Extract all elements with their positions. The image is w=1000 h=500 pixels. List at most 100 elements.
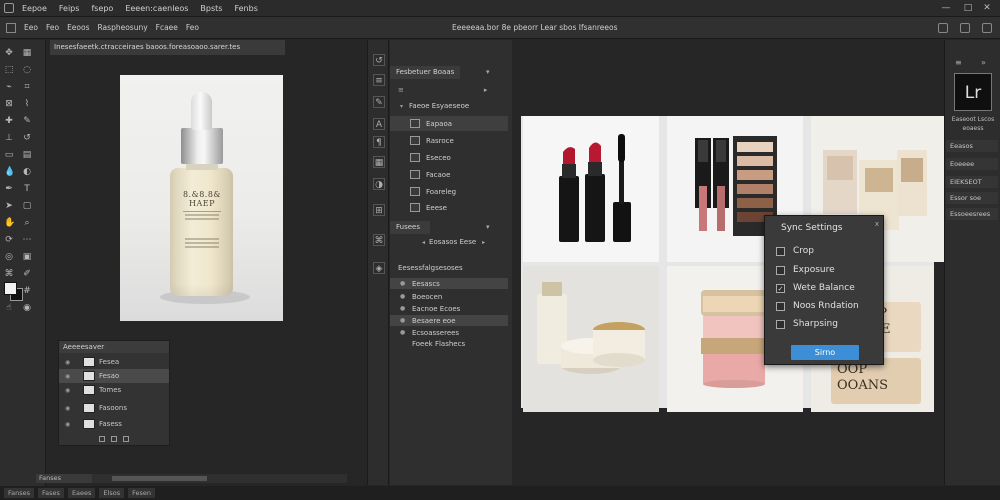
layers-panel-title[interactable]: Aeeeesaver (59, 341, 169, 353)
history-item[interactable]: ● Besaere eoe (390, 315, 508, 326)
lightroom-icon[interactable]: Lr (954, 73, 992, 111)
adjustments-panel-icon[interactable]: ◑ (373, 178, 385, 190)
panel-tab[interactable]: Fesbetuer Boaas (390, 66, 460, 79)
checkbox-checked-icon[interactable]: ✓ (776, 283, 785, 293)
option-item[interactable]: Feo (186, 23, 199, 32)
adjustment-item[interactable]: Eeese (390, 200, 508, 215)
eyedropper-icon[interactable]: ⌇ (22, 99, 32, 109)
eye-icon[interactable]: ◉ (65, 421, 73, 428)
history-item[interactable]: ● Eacnoe Ecoes (390, 303, 508, 314)
crop-tool-icon[interactable]: ⌗ (22, 82, 32, 92)
status-item[interactable]: Elsos (99, 488, 125, 498)
horizontal-scrollbar[interactable] (92, 474, 347, 483)
adjustment-item[interactable]: Rasroce (390, 133, 508, 148)
eye-icon[interactable]: ◉ (65, 359, 73, 366)
count-tool-icon[interactable]: # (22, 286, 32, 296)
workspace-icon[interactable] (960, 23, 970, 33)
quick-select-icon[interactable]: ⌁ (4, 82, 14, 92)
status-item[interactable]: Fases (38, 488, 64, 498)
gradient-tool-icon[interactable]: ▤ (22, 150, 32, 160)
option-item[interactable]: Feo (46, 23, 59, 32)
clone-stamp-icon[interactable]: ⊥ (4, 133, 14, 143)
adjustment-group-header[interactable]: ▾ Faeoe Esyaeseoe (390, 100, 508, 112)
history-item[interactable]: ● Ecsoasserees (390, 327, 508, 338)
libraries-panel-icon[interactable]: ◈ (373, 262, 385, 274)
status-item[interactable]: Fesen (128, 488, 155, 498)
lasso-tool-icon[interactable]: ◌ (22, 65, 32, 75)
panel-tab[interactable]: Fusees (390, 221, 430, 234)
history-item[interactable]: ● Boeocen (390, 291, 508, 302)
expand-icon[interactable]: ◂ (422, 239, 425, 246)
share-icon[interactable] (982, 23, 992, 33)
layer-row[interactable]: ◉ Fasess (59, 417, 169, 431)
new-layer-icon[interactable] (99, 436, 105, 442)
properties-panel-icon[interactable]: ≡ (373, 74, 385, 86)
grid-cell-lipsticks[interactable] (523, 116, 659, 262)
layer-row[interactable]: ◉ Fesea (59, 355, 169, 369)
healing-brush-icon[interactable]: ✚ (4, 116, 14, 126)
character-panel-icon[interactable]: A (373, 118, 385, 130)
paragraph-panel-icon[interactable]: ¶ (373, 136, 385, 148)
right-panel-item[interactable]: Eeasos (946, 140, 998, 152)
chevron-down-icon[interactable]: ≡ (398, 86, 404, 94)
menu-item[interactable]: Eepoe (22, 4, 47, 13)
history-panel-title[interactable]: Eesessfalgsesoses (390, 262, 508, 275)
expand-icon[interactable]: ▸ (482, 239, 485, 246)
menu-item[interactable]: Feips (59, 4, 80, 13)
minimize-button[interactable]: — (941, 3, 951, 13)
quick-mask-icon[interactable]: ◎ (4, 252, 14, 262)
menu-item[interactable]: fsepo (91, 4, 113, 13)
expand-icon[interactable]: ▸ (484, 86, 488, 94)
status-item[interactable]: Fanses (4, 488, 35, 498)
layer-row[interactable]: ◉ Fesao (59, 369, 169, 383)
checkbox-icon[interactable] (776, 265, 785, 275)
right-panel-item[interactable]: Eoeeee (946, 158, 998, 170)
eye-icon[interactable]: ◉ (65, 387, 73, 394)
smudge-tool-icon[interactable]: ☝ (4, 303, 14, 313)
type-tool-icon[interactable]: T (22, 184, 32, 194)
adjustment-item[interactable]: Eapaoa (390, 116, 508, 131)
collapse-icon[interactable]: » (981, 58, 986, 67)
option-item[interactable]: Fcaee (156, 23, 178, 32)
history-brush-icon[interactable]: ↺ (22, 133, 32, 143)
layer-row[interactable]: ◉ Fasoons (59, 401, 169, 415)
channels-panel-icon[interactable]: ⊞ (373, 204, 385, 216)
move-tool-icon[interactable]: ✥ (4, 48, 14, 58)
shape-tool-icon[interactable]: ▢ (22, 201, 32, 211)
eraser-tool-icon[interactable]: ▭ (4, 150, 14, 160)
sync-option-white-balance[interactable]: ✓ Wete Balance (776, 283, 855, 293)
artboard-tool-icon[interactable]: ▦ (22, 48, 32, 58)
panel-menu-icon[interactable]: ≡ (955, 58, 962, 67)
close-icon[interactable]: x (875, 220, 879, 228)
dodge-tool-icon[interactable]: ◐ (22, 167, 32, 177)
panel-menu-icon[interactable]: ▾ (486, 223, 490, 231)
option-item[interactable]: Raspheosuny (98, 23, 148, 32)
sync-button[interactable]: Sirno (791, 345, 859, 360)
checkbox-icon[interactable] (776, 319, 785, 329)
screen-mode-icon[interactable]: ▣ (22, 252, 32, 262)
history-item[interactable]: Foeek Flashecs (390, 338, 508, 349)
maximize-button[interactable]: □ (963, 3, 973, 13)
document-tab[interactable]: Inesesfaeetk.ctracceiraes baoos.foreasoa… (50, 40, 285, 55)
option-item[interactable]: Eeo (24, 23, 38, 32)
right-panel-item[interactable]: EIEKSEOT (946, 176, 998, 188)
sync-option-exposure[interactable]: Exposure (776, 265, 835, 275)
pen-tool-icon[interactable]: ✒ (4, 184, 14, 194)
zoom-tool-icon[interactable]: ⌕ (22, 218, 32, 228)
mask-icon[interactable] (111, 436, 117, 442)
brush-tool-icon[interactable]: ✎ (22, 116, 32, 126)
status-item[interactable]: Eaees (67, 488, 96, 498)
blur-tool-icon[interactable]: 💧 (4, 167, 15, 177)
swatches-panel-icon[interactable]: ▦ (373, 156, 385, 168)
frame-tool-icon[interactable]: ⊠ (4, 99, 14, 109)
grid-cell-jars[interactable] (523, 266, 659, 412)
history-panel-icon[interactable]: ↺ (373, 54, 385, 66)
close-window-button[interactable]: ✕ (982, 3, 992, 13)
right-panel-item[interactable]: Essor soe (946, 192, 998, 204)
checkbox-icon[interactable] (776, 301, 785, 311)
eye-icon[interactable]: ◉ (65, 373, 73, 380)
paths-panel-icon[interactable]: ⌘ (373, 234, 385, 246)
brush-panel-icon[interactable]: ✎ (373, 96, 385, 108)
adjustment-item[interactable]: Eseceo (390, 150, 508, 165)
panel-menu-icon[interactable]: ▾ (486, 68, 490, 76)
